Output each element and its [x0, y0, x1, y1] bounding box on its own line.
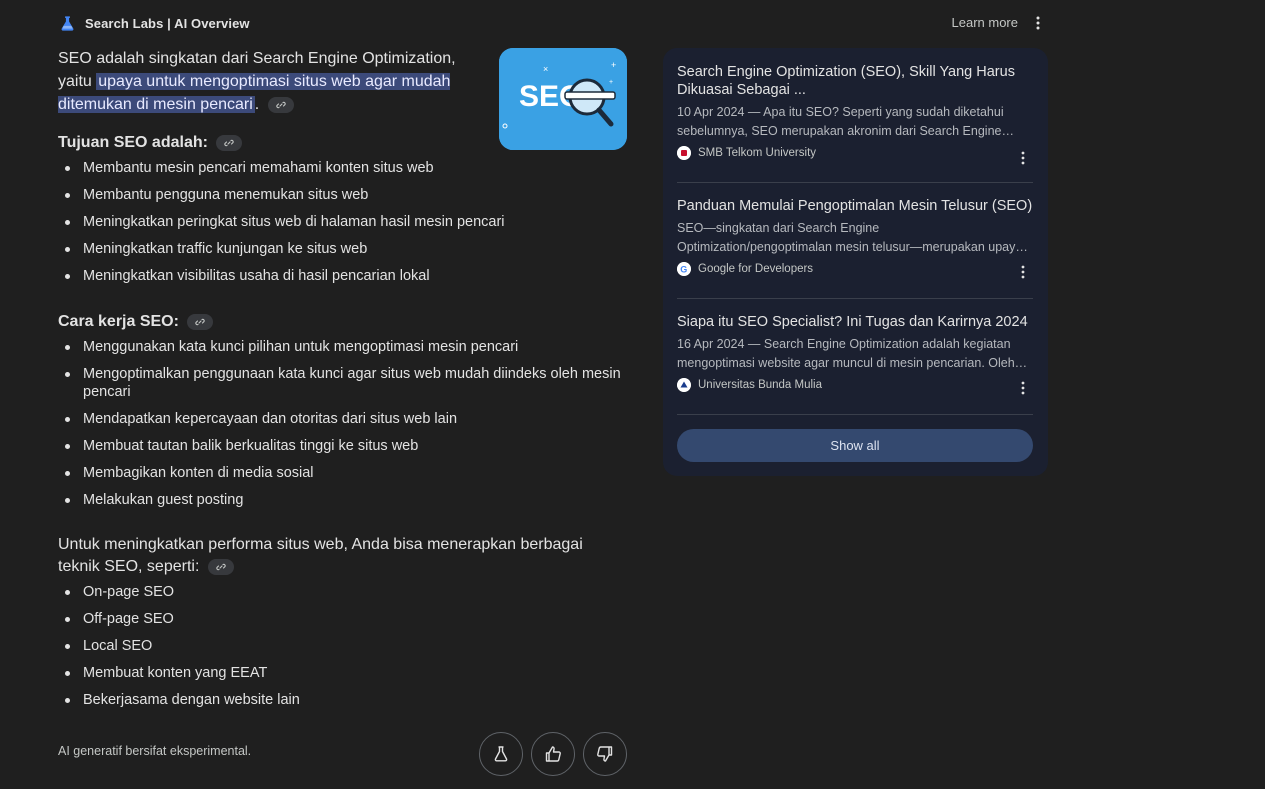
goals-heading: Tujuan SEO adalah: [58, 132, 628, 154]
techniques-list: On-page SEO Off-page SEO Local SEO Membu… [58, 583, 628, 709]
brand-title: Search Labs | AI Overview [85, 16, 250, 31]
list-item: Meningkatkan traffic kunjungan ke situs … [58, 240, 628, 258]
list-item: Mendapatkan kepercayaan dan otoritas dar… [58, 410, 628, 428]
how-heading-text: Cara kerja SEO: [58, 313, 179, 330]
source-snippet: 16 Apr 2024 — Search Engine Optimization… [677, 337, 1015, 370]
source-title[interactable]: Panduan Memulai Pengoptimalan Mesin Telu… [677, 197, 1033, 215]
list-item: Membuat konten yang EEAT [58, 664, 628, 682]
source-card[interactable]: Panduan Memulai Pengoptimalan Mesin Telu… [677, 197, 1033, 279]
divider [677, 298, 1033, 299]
learn-more-link[interactable]: Learn more [952, 15, 1018, 30]
svg-text:+: + [609, 79, 613, 86]
link-icon [276, 101, 286, 108]
list-item: Meningkatkan peringkat situs web di hala… [58, 213, 628, 231]
intro-paragraph: SEO adalah singkatan dari Search Engine … [58, 47, 483, 116]
svg-text:G: G [680, 265, 687, 275]
more-options-icon[interactable] [1030, 14, 1046, 32]
divider [677, 414, 1033, 415]
list-item: Membantu pengguna menemukan situs web [58, 186, 628, 204]
source-site: Universitas Bunda Mulia [677, 378, 1033, 392]
ai-overview-header: Search Labs | AI Overview Learn more [58, 12, 1050, 34]
citation-link-button[interactable] [187, 313, 214, 330]
more-options-icon[interactable] [1017, 150, 1029, 166]
list-item: Menggunakan kata kunci pilihan untuk men… [58, 338, 628, 356]
thumbs-up-button[interactable] [531, 732, 575, 776]
source-site: SMB Telkom University [677, 146, 1033, 160]
goals-list: Membantu mesin pencari memahami konten s… [58, 159, 628, 285]
list-item: On-page SEO [58, 583, 628, 601]
ai-answer: SEO adalah singkatan dari Search Engine … [58, 47, 628, 708]
ubm-favicon-icon [677, 378, 691, 392]
list-item: Bekerjasama dengan website lain [58, 691, 628, 709]
source-title[interactable]: Search Engine Optimization (SEO), Skill … [677, 63, 1033, 99]
list-item: Membantu mesin pencari memahami konten s… [58, 159, 628, 177]
thumbs-down-button[interactable] [583, 732, 627, 776]
techniques-section: Untuk meningkatkan performa situs web, A… [58, 534, 628, 718]
link-icon [216, 563, 226, 570]
source-snippet: 10 Apr 2024 — Apa itu SEO? Seperti yang … [677, 105, 1004, 138]
thumbs-down-icon [597, 746, 613, 762]
experimental-note: AI generatif bersifat eksperimental. [58, 744, 252, 758]
sources-panel: Search Engine Optimization (SEO), Skill … [663, 48, 1048, 476]
source-site-name: SMB Telkom University [698, 147, 817, 159]
thumbs-up-icon [545, 746, 561, 762]
goals-heading-text: Tujuan SEO adalah: [58, 134, 208, 151]
source-card[interactable]: Search Engine Optimization (SEO), Skill … [677, 63, 1033, 165]
show-all-button[interactable]: Show all [677, 429, 1033, 462]
intro-suffix: . [254, 96, 260, 113]
source-site-name: Universitas Bunda Mulia [698, 379, 823, 391]
labs-feedback-button[interactable] [479, 732, 523, 776]
source-snippet: SEO—singkatan dari Search Engine Optimiz… [677, 221, 1023, 254]
source-site: G Google for Developers [677, 262, 1033, 276]
link-icon [224, 139, 235, 146]
techniques-intro: Untuk meningkatkan performa situs web, A… [58, 534, 618, 578]
list-item: Membuat tautan balik berkualitas tinggi … [58, 437, 628, 455]
flask-icon [494, 746, 508, 762]
source-title[interactable]: Siapa itu SEO Specialist? Ini Tugas dan … [677, 313, 1033, 331]
list-item: Melakukan guest posting [58, 491, 628, 509]
link-icon [195, 318, 206, 325]
citation-link-button[interactable] [207, 558, 234, 575]
svg-text:×: × [543, 64, 548, 74]
techniques-intro-text: Untuk meningkatkan performa situs web, A… [58, 536, 583, 575]
how-section: Cara kerja SEO: Menggunakan kata kunci p… [58, 311, 628, 518]
svg-text:+: + [611, 60, 616, 70]
more-options-icon[interactable] [1017, 380, 1029, 396]
telkom-favicon-icon [677, 146, 691, 160]
goals-section: Tujuan SEO adalah: Membantu mesin pencar… [58, 132, 628, 294]
divider [677, 182, 1033, 183]
more-options-icon[interactable] [1017, 264, 1029, 280]
brand: Search Labs | AI Overview [58, 14, 250, 33]
ai-overview-page: Search Labs | AI Overview Learn more SEO… [0, 0, 1265, 789]
source-site-name: Google for Developers [698, 263, 814, 275]
list-item: Mengoptimalkan penggunaan kata kunci aga… [58, 365, 628, 401]
flask-icon [61, 16, 74, 31]
citation-link-button[interactable] [267, 96, 294, 113]
list-item: Off-page SEO [58, 610, 628, 628]
how-list: Menggunakan kata kunci pilihan untuk men… [58, 338, 628, 509]
list-item: Local SEO [58, 637, 628, 655]
citation-link-button[interactable] [216, 134, 243, 151]
how-heading: Cara kerja SEO: [58, 311, 628, 333]
list-item: Membagikan konten di media sosial [58, 464, 628, 482]
google-favicon-icon: G [677, 262, 691, 276]
source-card[interactable]: Siapa itu SEO Specialist? Ini Tugas dan … [677, 313, 1033, 395]
list-item: Meningkatkan visibilitas usaha di hasil … [58, 267, 628, 285]
